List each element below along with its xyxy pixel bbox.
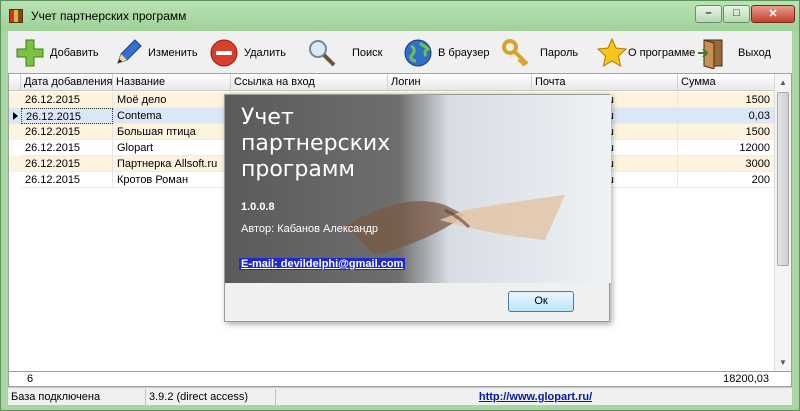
plus-icon bbox=[16, 39, 44, 67]
vertical-scrollbar[interactable]: ▲ ▼ bbox=[774, 74, 791, 371]
toolbar: Добавить Изменить Удалить Поиск В браузе… bbox=[8, 31, 792, 73]
star-icon bbox=[596, 37, 628, 67]
scroll-thumb[interactable] bbox=[777, 92, 789, 266]
edit-label: Изменить bbox=[148, 47, 198, 59]
cell-sum: 1500 bbox=[678, 124, 775, 140]
column-header-date[interactable]: Дата добавления bbox=[21, 74, 113, 91]
browser-button[interactable]: В браузер bbox=[402, 35, 489, 71]
grid-footer: 6 18200,03 bbox=[8, 372, 792, 387]
cell-name: Glopart bbox=[113, 140, 231, 156]
search-button[interactable]: Поиск bbox=[306, 35, 382, 71]
cell-name: Моё дело bbox=[113, 92, 231, 108]
footer-total-sum: 18200,03 bbox=[723, 373, 769, 385]
about-label: О программе bbox=[628, 47, 696, 59]
header-indicator bbox=[9, 74, 21, 91]
cell-sum: 200 bbox=[678, 172, 775, 188]
about-title: Учет партнерских программ bbox=[241, 105, 391, 182]
ok-button[interactable]: Ок bbox=[508, 291, 574, 312]
cell-sum: 3000 bbox=[678, 156, 775, 172]
key-icon bbox=[502, 39, 529, 67]
about-version: 1.0.0.8 bbox=[241, 201, 275, 213]
cell-name: Кротов Роман bbox=[113, 172, 231, 188]
about-dialog: Учет партнерских программ 1.0.0.8 Автор:… bbox=[224, 94, 611, 322]
column-header-email[interactable]: Почта bbox=[532, 74, 678, 91]
cell-sum: 1500 bbox=[678, 92, 775, 108]
column-header-sum[interactable]: Сумма bbox=[678, 74, 775, 91]
cell-name: Партнерка Allsoft.ru bbox=[113, 156, 231, 172]
cell-sum: 12000 bbox=[678, 140, 775, 156]
footer-row-count: 6 bbox=[27, 373, 34, 385]
minus-icon bbox=[210, 39, 238, 67]
maximize-icon: □ bbox=[733, 7, 740, 19]
add-button[interactable]: Добавить bbox=[14, 35, 99, 71]
cell-date[interactable]: 26.12.2015 bbox=[21, 108, 113, 124]
add-label: Добавить bbox=[50, 47, 99, 59]
close-button[interactable]: ✕ bbox=[751, 5, 795, 23]
cell-date: 26.12.2015 bbox=[21, 156, 113, 172]
exit-button[interactable]: Выход bbox=[696, 35, 771, 71]
app-icon bbox=[9, 9, 23, 23]
status-version: 3.9.2 (direct access) bbox=[146, 389, 276, 405]
door-exit-icon bbox=[698, 39, 723, 69]
browser-label: В браузер bbox=[438, 47, 490, 59]
minimize-icon: – bbox=[705, 7, 712, 19]
about-splash-image: Учет партнерских программ 1.0.0.8 Автор:… bbox=[225, 95, 611, 283]
grid-header: Дата добавления Название Ссылка на вход … bbox=[9, 74, 775, 91]
delete-button[interactable]: Удалить bbox=[208, 35, 286, 71]
pencil-icon bbox=[117, 39, 142, 64]
cell-date: 26.12.2015 bbox=[21, 124, 113, 140]
status-website-link[interactable]: http://www.glopart.ru/ bbox=[276, 389, 792, 405]
window-title: Учет партнерских программ bbox=[31, 9, 187, 23]
current-row-arrow-icon bbox=[13, 112, 18, 120]
about-author: Автор: Кабанов Александр bbox=[241, 223, 379, 235]
column-header-name[interactable]: Название bbox=[113, 74, 231, 91]
cell-sum: 0,03 bbox=[678, 108, 775, 124]
scroll-up-icon[interactable]: ▲ bbox=[775, 74, 791, 91]
edit-button[interactable]: Изменить bbox=[112, 35, 198, 71]
scroll-down-icon[interactable]: ▼ bbox=[775, 354, 791, 371]
globe-icon bbox=[404, 39, 432, 67]
about-email-link[interactable]: E-mail: devildelphi@gmail.com bbox=[239, 258, 406, 270]
maximize-button[interactable]: □ bbox=[723, 5, 750, 23]
row-indicator bbox=[9, 108, 21, 124]
status-connection: База подключена bbox=[8, 389, 146, 405]
delete-label: Удалить bbox=[244, 47, 286, 59]
column-header-login[interactable]: Логин bbox=[388, 74, 532, 91]
cell-date: 26.12.2015 bbox=[21, 92, 113, 108]
about-button[interactable]: О программе bbox=[596, 35, 695, 71]
search-icon bbox=[309, 40, 336, 67]
column-header-link[interactable]: Ссылка на вход bbox=[231, 74, 388, 91]
exit-label: Выход bbox=[738, 47, 771, 59]
cell-name: Большая птица bbox=[113, 124, 231, 140]
cell-date: 26.12.2015 bbox=[21, 140, 113, 156]
status-bar: База подключена 3.9.2 (direct access) ht… bbox=[8, 387, 792, 405]
search-label: Поиск bbox=[352, 47, 383, 59]
password-button[interactable]: Пароль bbox=[500, 35, 578, 71]
cell-name: Contema bbox=[113, 108, 231, 124]
minimize-button[interactable]: – bbox=[695, 5, 722, 23]
close-icon: ✕ bbox=[768, 8, 778, 20]
password-label: Пароль bbox=[540, 47, 579, 59]
title-bar[interactable]: Учет партнерских программ – □ ✕ bbox=[1, 1, 799, 31]
cell-date: 26.12.2015 bbox=[21, 172, 113, 188]
